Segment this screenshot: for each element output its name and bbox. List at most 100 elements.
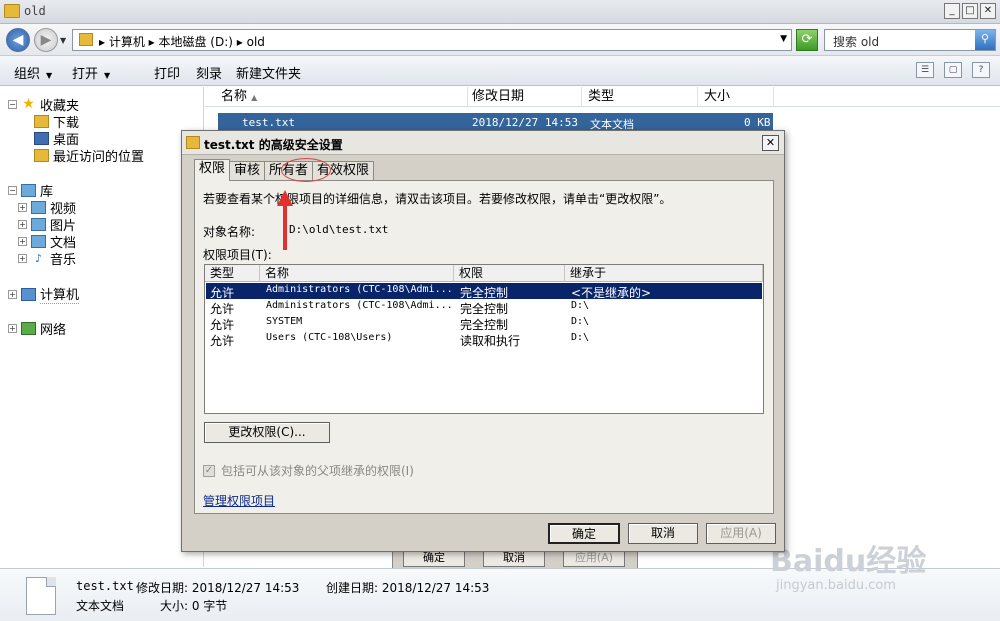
table-row[interactable]: 允许 Administrators (CTC-108\Admi... 完全控制 … (206, 299, 762, 316)
downloads-folder-icon (34, 114, 49, 128)
permission-entries-list[interactable]: 类型 名称 权限 继承于 允许 Administrators (CTC-108\… (204, 264, 764, 414)
column-size[interactable]: 大小 (698, 87, 774, 107)
back-button[interactable]: ◀ (6, 28, 30, 52)
annotation-arrow-icon (277, 190, 293, 250)
advanced-security-dialog: test.txt 的高级安全设置 ✕ 权限 审核 所有者 有效权限 若要查看某个… (181, 130, 785, 552)
file-list-header: 名称 ▲ 修改日期 类型 大小 (205, 87, 1000, 107)
open-button[interactable]: 打开 ▼ (72, 63, 110, 82)
row-name: Administrators (CTC-108\Admi... (266, 284, 453, 295)
manage-permission-entries-link[interactable]: 管理权限项目 (203, 492, 275, 509)
open-label: 打开 (72, 67, 99, 82)
ok-button[interactable]: 确定 (548, 523, 620, 544)
expand-icon[interactable]: + (8, 289, 17, 299)
column-inherited-from[interactable]: 继承于 (565, 265, 763, 282)
column-type[interactable]: 类型 (205, 265, 260, 282)
column-type[interactable]: 类型 (582, 87, 698, 107)
address-bar-row: ◀ ▶ ▼ ▸ 计算机 ▸ 本地磁盘 (D:) ▸ old ▼ ⟳ 搜索 old… (0, 24, 1000, 56)
watermark-url: jingyan.baidu.com (776, 578, 896, 593)
row-name: Administrators (CTC-108\Admi... (266, 300, 453, 311)
chevron-down-icon[interactable]: ▼ (780, 34, 787, 44)
expand-icon[interactable]: + (18, 202, 27, 212)
recent-places-icon (34, 148, 49, 162)
nav-pictures[interactable]: + 图片 (18, 215, 76, 234)
library-icon (21, 183, 36, 197)
change-permissions-button[interactable]: 更改权限(C)... (204, 422, 330, 443)
column-name[interactable]: 名称 (260, 265, 454, 282)
preview-pane-icon[interactable]: ▢ (944, 62, 962, 78)
details-type: 文本文档 (76, 599, 125, 613)
history-dropdown-icon[interactable]: ▼ (60, 36, 66, 45)
row-name: Users (CTC-108\Users) (266, 332, 393, 343)
burn-button[interactable]: 刻录 (196, 63, 222, 82)
network-icon (21, 321, 36, 335)
inherit-checkbox-label: 包括可从该对象的父项继承的权限(I) (221, 464, 414, 478)
file-size: 0 KB (744, 116, 771, 129)
nav-music[interactable]: + ♪ 音乐 (18, 249, 77, 268)
picture-library-icon (31, 217, 46, 231)
text-file-icon (26, 577, 56, 615)
watermark: Baidu经验 jingyan.baidu.com (770, 520, 990, 600)
table-row[interactable]: 允许 Administrators (CTC-108\Admi... 完全控制 … (206, 283, 762, 300)
column-name[interactable]: 名称 ▲ (205, 87, 468, 107)
details-created: 创建日期: 2018/12/27 14:53 (326, 581, 490, 595)
computer-icon (21, 287, 36, 301)
tab-auditing[interactable]: 审核 (229, 161, 266, 181)
desktop-icon (34, 131, 49, 145)
nav-music-label: 音乐 (50, 252, 77, 268)
permission-entries-label: 权限项目(T): (203, 248, 272, 262)
organize-button[interactable]: 组织 ▼ (14, 63, 52, 82)
document-library-icon (31, 234, 46, 248)
file-name: test.txt (242, 116, 295, 129)
expand-icon[interactable]: + (8, 323, 17, 333)
collapse-icon[interactable]: − (8, 99, 17, 109)
window-titlebar: old _ □ ✕ (0, 0, 1000, 24)
table-row[interactable]: 允许 Users (CTC-108\Users) 读取和执行 D:\ (206, 331, 762, 348)
print-button[interactable]: 打印 (154, 63, 180, 82)
search-input[interactable]: 搜索 old ⚲ (824, 29, 996, 51)
command-toolbar: 组织 ▼ 打开 ▼ 打印 刻录 新建文件夹 ☰ ▢ ? (0, 56, 1000, 86)
breadcrumb[interactable]: ▸ 计算机 ▸ 本地磁盘 (D:) ▸ old (99, 33, 265, 50)
expand-icon[interactable]: + (18, 236, 27, 246)
nav-desktop[interactable]: 桌面 (34, 129, 79, 148)
file-date: 2018/12/27 14:53 (472, 116, 578, 129)
collapse-icon[interactable]: − (8, 185, 17, 195)
nav-videos[interactable]: + 视频 (18, 198, 76, 217)
close-button[interactable]: ✕ (980, 3, 996, 19)
refresh-button[interactable]: ⟳ (796, 29, 818, 51)
row-inherited: D:\ (571, 332, 590, 343)
apply-button[interactable]: 应用(A) (706, 523, 776, 544)
minimize-button[interactable]: _ (944, 3, 960, 19)
nav-libraries[interactable]: − 库 (8, 181, 53, 200)
dialog-titlebar: test.txt 的高级安全设置 ✕ (182, 131, 784, 155)
instructions-text: 若要查看某个权限项目的详细信息，请双击该项目。若要修改权限，请单击“更改权限”。 (203, 192, 672, 206)
details-modified: 修改日期: 2018/12/27 14:53 (136, 581, 300, 595)
search-placeholder: 搜索 old (833, 35, 880, 49)
address-input[interactable]: ▸ 计算机 ▸ 本地磁盘 (D:) ▸ old ▼ (72, 29, 792, 51)
nav-computer-label: 计算机 (40, 284, 80, 304)
nav-recent[interactable]: 最近访问的位置 (34, 146, 144, 165)
nav-favorites[interactable]: − ★ 收藏夹 (8, 95, 79, 114)
view-options-icon[interactable]: ☰ (916, 62, 934, 78)
maximize-button[interactable]: □ (962, 3, 978, 19)
forward-button[interactable]: ▶ (34, 28, 58, 52)
window-title: old (24, 4, 46, 18)
help-icon[interactable]: ? (972, 62, 990, 78)
nav-computer[interactable]: + 计算机 (8, 284, 80, 304)
column-date[interactable]: 修改日期 (468, 87, 582, 107)
tab-permissions[interactable]: 权限 (194, 159, 231, 181)
dialog-close-icon[interactable]: ✕ (762, 135, 779, 151)
expand-icon[interactable]: + (18, 219, 27, 229)
table-row[interactable]: 允许 SYSTEM 完全控制 D:\ (206, 315, 762, 332)
column-permission[interactable]: 权限 (454, 265, 565, 282)
new-folder-button[interactable]: 新建文件夹 (236, 63, 301, 82)
details-file-name: test.txt (76, 579, 134, 593)
row-name: SYSTEM (266, 316, 303, 327)
expand-icon[interactable]: + (18, 253, 27, 263)
nav-downloads[interactable]: 下载 (34, 112, 79, 131)
nav-documents[interactable]: + 文档 (18, 232, 76, 251)
inherit-checkbox[interactable]: ✓ (203, 464, 215, 477)
nav-network[interactable]: + 网络 (8, 319, 66, 338)
star-icon: ★ (22, 95, 35, 112)
cancel-button[interactable]: 取消 (628, 523, 698, 544)
search-icon[interactable]: ⚲ (975, 30, 995, 50)
